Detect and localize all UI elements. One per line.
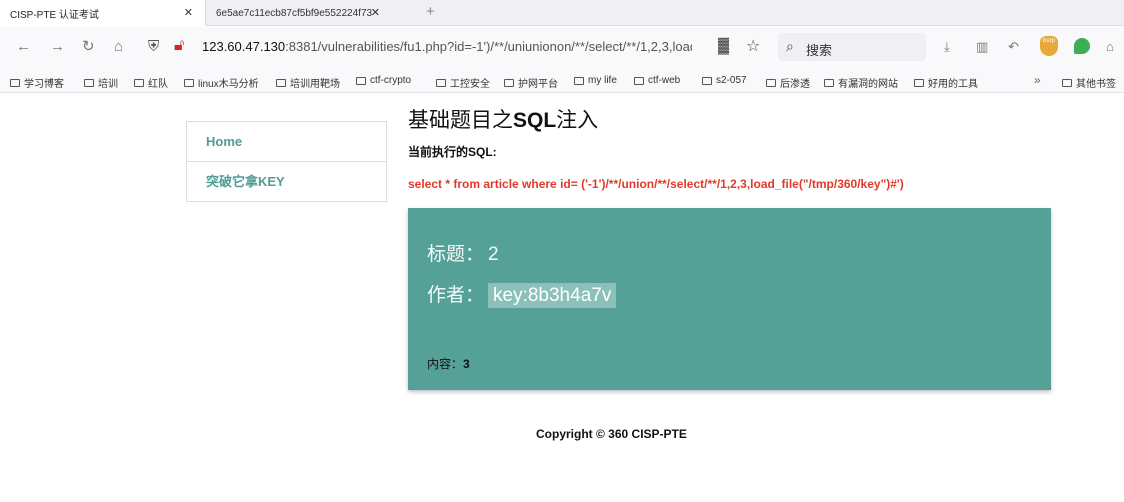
bookmark-label: 红队 <box>148 79 168 90</box>
bookmarks-overflow-icon[interactable]: » <box>1034 73 1041 87</box>
executed-sql: select * from article where id= ('-1')/*… <box>408 177 904 191</box>
bookmark-folder[interactable]: 学习博客 <box>10 75 64 90</box>
forward-icon[interactable]: → <box>50 38 65 56</box>
url-text[interactable]: 123.60.47.130:8381/vulnerabilities/fu1.p… <box>202 39 692 54</box>
burp-extension-icon[interactable]: burp <box>1040 36 1058 56</box>
search-icon: ⌕ <box>786 38 794 54</box>
tab-cisp-pte[interactable]: CISP-PTE 认证考试 ✕ <box>0 0 206 26</box>
navigation-bar: ← → ↻ ⌂ ⛨ 🔓︎ 123.60.47.130:8381/vulnerab… <box>0 27 1124 67</box>
folder-icon <box>574 76 584 85</box>
folder-icon <box>634 76 644 85</box>
new-tab-icon[interactable]: + <box>426 3 435 20</box>
bookmark-label: 后渗透 <box>780 79 810 90</box>
bookmark-label: 护网平台 <box>518 79 558 90</box>
article-card: 标题： 2 作者： key:8b3h4a7v 内容：3 <box>408 208 1051 390</box>
reload-icon[interactable]: ↻ <box>82 38 95 56</box>
search-box[interactable]: ⌕ 搜索 <box>778 33 926 61</box>
tab-hash[interactable]: 6e5ae7c11ecb87cf5bf9e552224f73 ✕ <box>206 0 406 26</box>
folder-icon <box>184 78 194 87</box>
url-path: :8381/vulnerabilities/fu1.php?id=-1')/**… <box>285 39 692 54</box>
bookmark-folder-other[interactable]: 其他书签 <box>1062 75 1116 90</box>
content-value: 3 <box>463 357 470 371</box>
folder-icon <box>436 78 446 87</box>
bookmark-label: s2-057 <box>716 75 747 86</box>
menu-item-get-key[interactable]: 突破它拿KEY <box>187 162 386 202</box>
bookmark-star-icon[interactable]: ☆ <box>746 36 760 56</box>
bookmark-folder[interactable]: 有漏洞的网站 <box>824 75 898 90</box>
bookmarks-toolbar: 学习博客 培训 红队 linux木马分析 培训用靶场 ctf-crypto 工控… <box>0 67 1124 93</box>
tab-title: CISP-PTE 认证考试 <box>10 9 99 21</box>
close-icon[interactable]: ✕ <box>184 6 193 19</box>
extensions-icon[interactable]: ⌂ <box>1106 39 1114 54</box>
author-value: key:8b3h4a7v <box>488 283 617 308</box>
url-host: 123.60.47.130 <box>202 39 286 54</box>
sql-label: 当前执行的SQL: <box>408 145 497 159</box>
bookmark-label: 工控安全 <box>450 79 490 90</box>
bookmark-folder[interactable]: my life <box>574 75 617 86</box>
undo-icon[interactable]: ↶ <box>1008 39 1019 55</box>
search-label: 搜索 <box>806 43 833 58</box>
side-menu: Home 突破它拿KEY <box>186 121 387 202</box>
folder-icon <box>10 78 20 87</box>
copyright-footer: Copyright © 360 CISP-PTE <box>536 427 687 441</box>
bookmark-label: my life <box>588 75 617 86</box>
home-icon[interactable]: ⌂ <box>114 38 123 56</box>
bookmark-label: 其他书签 <box>1076 79 1116 90</box>
page-title: 基础题目之SQL注入 <box>408 104 598 134</box>
bookmark-folder[interactable]: 好用的工具 <box>914 75 978 90</box>
menu-item-home[interactable]: Home <box>187 122 386 162</box>
bookmark-label: 培训用靶场 <box>290 79 340 90</box>
content-label: 内容： <box>427 357 464 371</box>
bookmark-folder[interactable]: 培训 <box>84 75 118 90</box>
url-bar[interactable]: ⛨ 🔓︎ 123.60.47.130:8381/vulnerabilities/… <box>140 33 770 61</box>
bookmark-folder[interactable]: 培训用靶场 <box>276 75 340 90</box>
downloads-icon[interactable]: ⤓ <box>944 39 950 55</box>
bookmark-label: 培训 <box>98 79 118 90</box>
folder-icon <box>702 76 712 85</box>
qr-code-icon[interactable]: ▓ <box>718 37 729 54</box>
bookmark-folder[interactable]: ctf-web <box>634 75 680 86</box>
bookmark-folder[interactable]: s2-057 <box>702 75 747 86</box>
folder-icon <box>766 78 776 87</box>
close-icon[interactable]: ✕ <box>371 6 380 19</box>
bookmark-folder[interactable]: ctf-crypto <box>356 75 411 86</box>
author-label: 作者： <box>427 285 485 306</box>
title-label: 标题： <box>427 244 485 265</box>
folder-icon <box>276 78 286 87</box>
bookmark-folder[interactable]: linux木马分析 <box>184 75 259 90</box>
bookmark-label: 学习博客 <box>24 79 64 90</box>
back-icon[interactable]: ← <box>16 38 31 56</box>
sidebar-icon[interactable]: ▥ <box>976 39 988 55</box>
article-author-row: 作者： key:8b3h4a7v <box>427 280 617 308</box>
folder-icon <box>914 78 924 87</box>
bookmark-folder[interactable]: 护网平台 <box>504 75 558 90</box>
bookmark-label: 有漏洞的网站 <box>838 79 898 90</box>
folder-icon <box>84 78 94 87</box>
bookmark-label: 好用的工具 <box>928 79 978 90</box>
shield-icon[interactable]: ⛨ <box>148 38 159 55</box>
bookmark-folder[interactable]: 红队 <box>134 75 168 90</box>
tab-title: 6e5ae7c11ecb87cf5bf9e552224f73 <box>216 7 373 19</box>
tab-strip: CISP-PTE 认证考试 ✕ 6e5ae7c11ecb87cf5bf9e552… <box>0 0 1124 26</box>
article-title-row: 标题： 2 <box>427 239 499 266</box>
folder-icon <box>356 76 366 85</box>
bookmark-folder[interactable]: 工控安全 <box>436 75 490 90</box>
article-content-row: 内容：3 <box>427 355 470 372</box>
folder-icon <box>824 78 834 87</box>
folder-icon <box>504 78 514 87</box>
insecure-lock-icon[interactable]: 🔓︎ <box>174 37 184 55</box>
bookmark-label: linux木马分析 <box>198 79 259 90</box>
bookmark-label: ctf-web <box>648 75 681 86</box>
folder-icon <box>1062 78 1072 87</box>
bookmark-label: ctf-crypto <box>370 75 412 86</box>
title-suffix: 注入 <box>556 109 599 132</box>
title-prefix: 基础题目之 <box>408 109 513 132</box>
bookmark-folder[interactable]: 后渗透 <box>766 75 810 90</box>
title-sql: SQL <box>513 109 557 132</box>
title-value: 2 <box>488 244 499 265</box>
folder-icon <box>134 78 144 87</box>
evernote-extension-icon[interactable] <box>1074 38 1090 54</box>
